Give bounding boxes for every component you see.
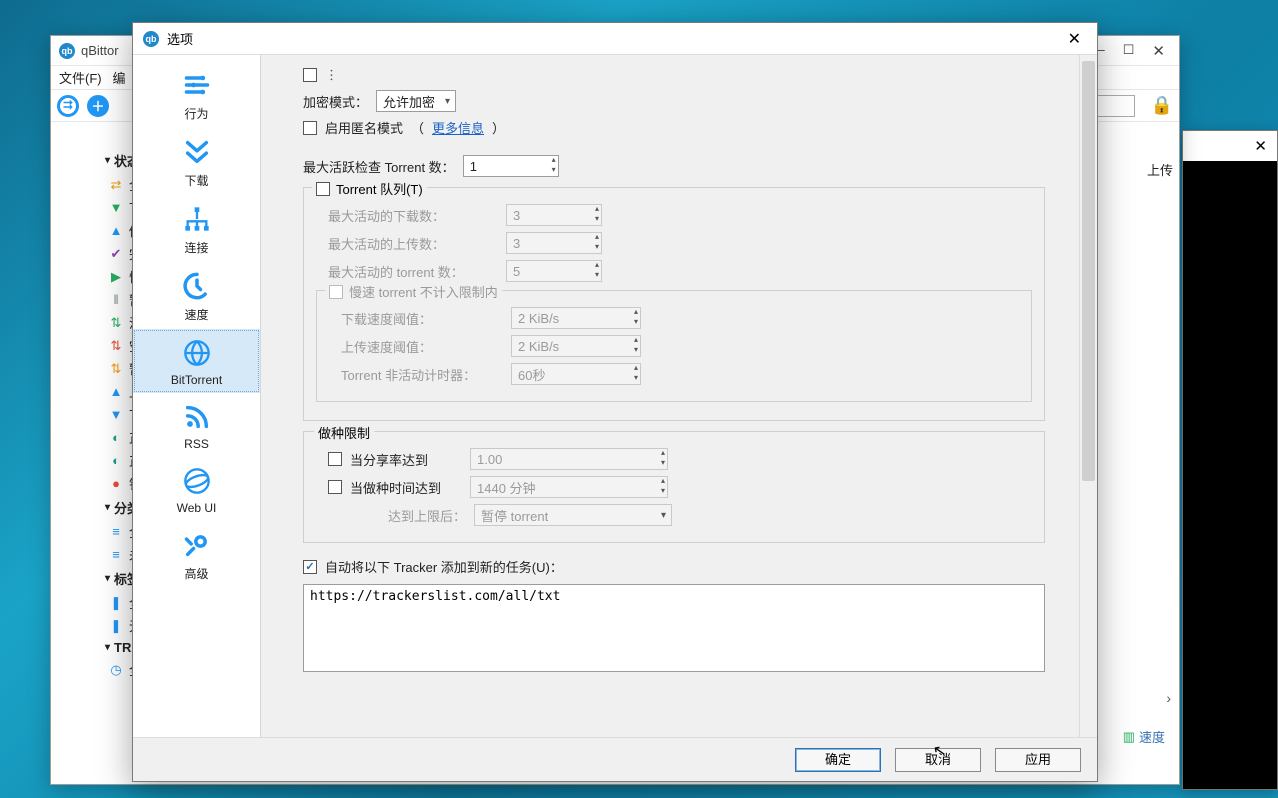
status-icon: ◷	[109, 662, 123, 678]
slow-torrent-checkbox	[329, 285, 343, 299]
close-icon[interactable]: ✕	[1062, 27, 1087, 51]
status-icon: ✔	[109, 246, 123, 262]
add-torrent-icon[interactable]: ＋	[87, 95, 109, 117]
console-body	[1183, 161, 1277, 789]
ratio-checkbox[interactable]	[328, 452, 342, 466]
torrent-queue-checkbox[interactable]	[316, 182, 330, 196]
seeding-limit-legend: 做种限制	[314, 423, 374, 442]
category-icon	[183, 465, 211, 497]
apply-button[interactable]: 应用	[995, 748, 1081, 772]
encrypt-mode-select[interactable]: 允许加密	[376, 90, 456, 112]
encrypt-mode-label: 加密模式：	[303, 92, 368, 111]
options-dialog: qb 选项 ✕ 行为下载连接速度BitTorrentRSSWeb UI高级 ︙ …	[132, 22, 1098, 782]
max-active-check-label: 最大活跃检查 Torrent 数：	[303, 157, 455, 176]
max-downloads-spin: 3	[506, 204, 602, 226]
ul-threshold-spin: 2 KiB/s	[511, 335, 641, 357]
options-content: ︙ 加密模式： 允许加密 启用匿名模式 （更多信息） 最大活跃检查 Torren…	[261, 55, 1097, 737]
anon-mode-checkbox[interactable]	[303, 121, 317, 135]
dialog-buttons: ↖ 确定 取消 应用	[133, 737, 1097, 781]
seeding-limit-group: 做种限制 当分享率达到 1.00 当做种时间达到 1440 分钟 达到上限后：	[303, 431, 1045, 543]
anon-mode-label: 启用匿名模式	[325, 118, 403, 137]
status-icon: ⇅	[109, 338, 123, 354]
max-torrents-spin: 5	[506, 260, 602, 282]
category-icon	[183, 69, 211, 101]
category-行为[interactable]: 行为	[133, 61, 260, 128]
category-web-ui[interactable]: Web UI	[133, 457, 260, 521]
status-icon: ●	[109, 476, 123, 491]
status-icon: ❚	[109, 618, 123, 634]
category-速度[interactable]: 速度	[133, 262, 260, 329]
auto-tracker-label: 自动将以下 Tracker 添加到新的任务(U)：	[325, 557, 563, 576]
chevron-down-icon: ▾	[105, 573, 110, 584]
status-icon: ❚	[109, 595, 123, 611]
main-title: qBittor	[81, 43, 119, 58]
status-icon: ▼	[109, 407, 123, 422]
status-icon: ◐	[109, 430, 123, 445]
category-icon	[183, 136, 211, 168]
speed-icon: ▥	[1123, 729, 1135, 745]
status-icon: ⇄	[109, 177, 123, 193]
scroll-right-icon[interactable]: ›	[1166, 690, 1171, 706]
cancel-button[interactable]: 取消	[895, 748, 981, 772]
max-active-check-spin[interactable]: 1	[463, 155, 559, 177]
close-icon[interactable]: ✕	[1152, 42, 1165, 60]
category-list: 行为下载连接速度BitTorrentRSSWeb UI高级	[133, 55, 261, 737]
upload-col-header: 上传	[1147, 160, 1173, 179]
chevron-down-icon: ▾	[105, 642, 110, 653]
status-icon: ≡	[109, 547, 123, 562]
status-icon: ▼	[109, 200, 123, 215]
close-icon[interactable]: ✕	[1254, 137, 1267, 155]
category-icon	[183, 529, 211, 561]
status-icon: ◐	[109, 453, 123, 468]
unknown-top-checkbox[interactable]	[303, 68, 317, 82]
ratio-spin: 1.00	[470, 448, 668, 470]
category-icon	[183, 203, 211, 235]
status-icon: ▶	[109, 269, 123, 285]
status-icon: ‖	[109, 292, 123, 307]
lock-icon[interactable]: 🔒	[1151, 95, 1173, 116]
status-icon: ▲	[109, 223, 123, 238]
category-下载[interactable]: 下载	[133, 128, 260, 195]
status-icon: ▲	[109, 384, 123, 399]
more-info-link[interactable]: 更多信息	[432, 118, 484, 137]
torrent-queue-group: Torrent 队列(T) 最大活动的下载数：3 最大活动的上传数：3 最大活动…	[303, 187, 1045, 421]
category-bittorrent[interactable]: BitTorrent	[133, 329, 260, 393]
dialog-titlebar: qb 选项 ✕	[133, 23, 1097, 55]
qb-logo-icon: qb	[143, 31, 159, 47]
scrollbar[interactable]	[1079, 55, 1097, 737]
category-连接[interactable]: 连接	[133, 195, 260, 262]
add-link-icon[interactable]: ⮆	[57, 95, 79, 117]
menu-file[interactable]: 文件(F)	[59, 71, 102, 86]
status-icon: ⇅	[109, 315, 123, 331]
slow-torrent-subgroup: 慢速 torrent 不计入限制内 下载速度阈值：2 KiB/s 上传速度阈值：…	[316, 290, 1032, 402]
dialog-title: 选项	[167, 29, 193, 48]
qb-logo-icon: qb	[59, 43, 75, 59]
seed-time-spin: 1440 分钟	[470, 476, 668, 498]
category-rss[interactable]: RSS	[133, 393, 260, 457]
reach-action-select: 暂停 torrent	[474, 504, 672, 526]
ok-button[interactable]: 确定	[795, 748, 881, 772]
chevron-down-icon: ▾	[105, 155, 110, 166]
category-高级[interactable]: 高级	[133, 521, 260, 588]
maximize-icon[interactable]: ☐	[1123, 42, 1135, 60]
category-icon	[183, 270, 211, 302]
background-console-window: ✕	[1182, 130, 1278, 790]
inactivity-spin: 60秒	[511, 363, 641, 385]
scrollbar-thumb[interactable]	[1082, 61, 1095, 481]
category-icon	[183, 337, 211, 369]
torrent-queue-legend: Torrent 队列(T)	[336, 179, 423, 198]
max-uploads-spin: 3	[506, 232, 602, 254]
chevron-down-icon: ▾	[105, 502, 110, 513]
speed-tab[interactable]: ▥ 速度	[1123, 727, 1165, 746]
seed-time-checkbox[interactable]	[328, 480, 342, 494]
status-icon: ⇅	[109, 361, 123, 377]
dl-threshold-spin: 2 KiB/s	[511, 307, 641, 329]
trackers-textarea[interactable]	[303, 584, 1045, 672]
category-icon	[183, 401, 211, 433]
auto-tracker-checkbox[interactable]	[303, 560, 317, 574]
status-icon: ≡	[109, 524, 123, 539]
